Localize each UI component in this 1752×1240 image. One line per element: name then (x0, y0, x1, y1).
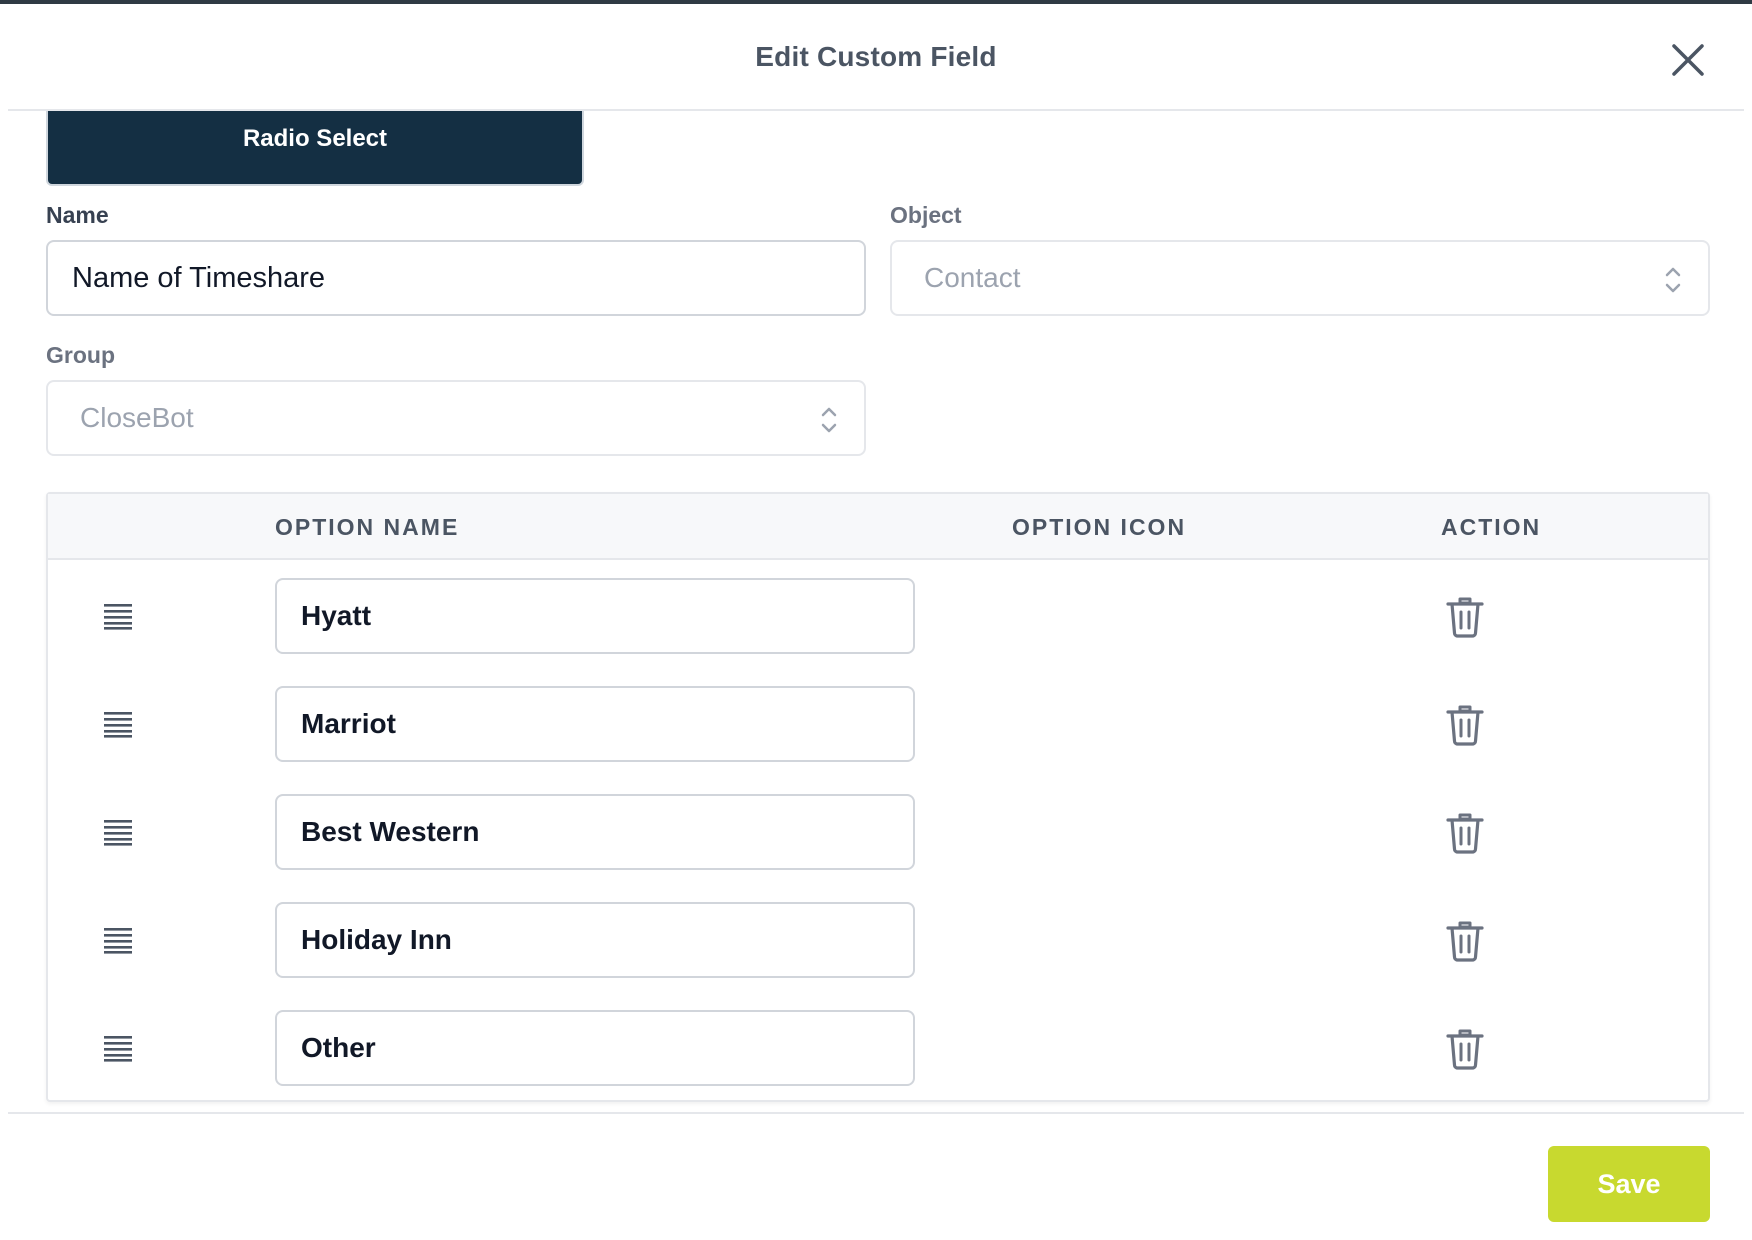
chevron-updown-icon (821, 407, 837, 433)
name-field[interactable]: Name of Timeshare (46, 240, 866, 316)
object-label: Object (890, 202, 962, 228)
drag-handle-icon[interactable] (102, 710, 134, 738)
header-option-icon: OPTION ICON (1012, 514, 1187, 540)
table-row: Best Western (48, 794, 1708, 870)
name-label: Name (46, 202, 109, 228)
option-name-input[interactable]: Holiday Inn (275, 902, 915, 978)
options-table-header: OPTION NAME OPTION ICON ACTION (48, 494, 1708, 560)
table-row: Holiday Inn (48, 902, 1708, 978)
trash-icon[interactable] (1445, 810, 1485, 854)
object-select-value: Contact (924, 262, 1021, 293)
trash-icon[interactable] (1445, 702, 1485, 746)
trash-icon[interactable] (1445, 1026, 1485, 1070)
modal-title: Edit Custom Field (755, 41, 997, 72)
drag-handle-icon[interactable] (102, 602, 134, 630)
modal-header: Edit Custom Field (8, 4, 1744, 111)
save-button[interactable]: Save (1548, 1146, 1710, 1222)
group-label: Group (46, 342, 115, 368)
footer-divider (8, 1112, 1744, 1114)
chevron-updown-icon (1665, 267, 1681, 293)
field-type-radio-select[interactable]: Radio Select (46, 111, 584, 186)
table-row: Other (48, 1010, 1708, 1086)
edit-custom-field-modal: Edit Custom Field Radio Select Name Name… (0, 4, 1752, 1240)
option-name-input[interactable]: Marriot (275, 686, 915, 762)
trash-icon[interactable] (1445, 918, 1485, 962)
option-name-input[interactable]: Best Western (275, 794, 915, 870)
header-option-name: OPTION NAME (275, 514, 460, 540)
option-name-input[interactable]: Hyatt (275, 578, 915, 654)
header-action: ACTION (1441, 514, 1542, 540)
options-table: OPTION NAME OPTION ICON ACTION Hyatt Mar… (46, 492, 1710, 1102)
table-row: Hyatt (48, 578, 1708, 654)
trash-icon[interactable] (1445, 594, 1485, 638)
close-icon[interactable] (1668, 40, 1708, 80)
object-select[interactable]: Contact (890, 240, 1710, 316)
drag-handle-icon[interactable] (102, 926, 134, 954)
drag-handle-icon[interactable] (102, 818, 134, 846)
group-select-value: CloseBot (80, 402, 194, 433)
group-select[interactable]: CloseBot (46, 380, 866, 456)
option-name-input[interactable]: Other (275, 1010, 915, 1086)
drag-handle-icon[interactable] (102, 1034, 134, 1062)
table-row: Marriot (48, 686, 1708, 762)
